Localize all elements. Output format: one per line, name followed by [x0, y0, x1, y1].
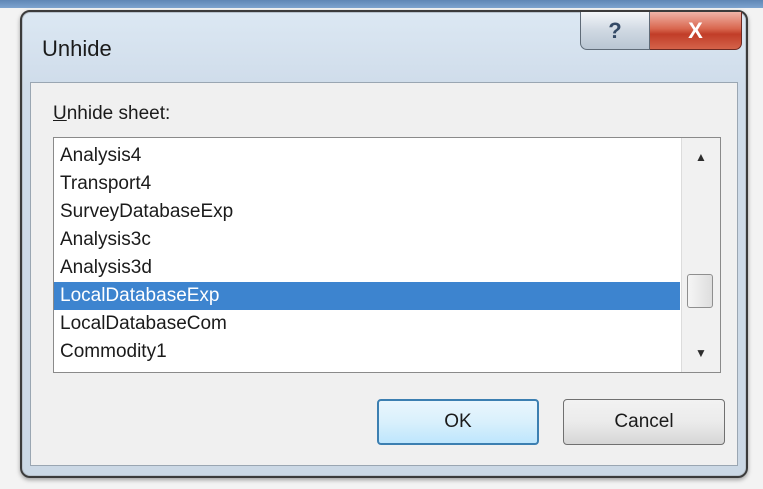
list-item[interactable]: Analysis3d	[54, 254, 680, 282]
screen: Unhide ? X Unhide sheet: Analysis4 Trans…	[0, 0, 763, 489]
background-window-strip	[0, 0, 763, 8]
ok-button[interactable]: OK	[377, 399, 539, 445]
label-text: nhide sheet:	[66, 103, 171, 124]
sheet-listbox[interactable]: Analysis4 Transport4 SurveyDatabaseExp A…	[53, 137, 721, 373]
list-item-selected[interactable]: LocalDatabaseExp	[54, 282, 680, 310]
help-button[interactable]: ?	[580, 12, 650, 50]
close-button[interactable]: X	[650, 12, 742, 50]
cancel-button[interactable]: Cancel	[563, 399, 725, 445]
list-item[interactable]: SurveyDatabaseExp	[54, 198, 680, 226]
list-item[interactable]: LocalDatabaseCom	[54, 310, 680, 338]
unhide-sheet-label: Unhide sheet:	[53, 103, 170, 125]
unhide-dialog: Unhide ? X Unhide sheet: Analysis4 Trans…	[20, 10, 748, 478]
scroll-down-arrow-icon[interactable]: ▼	[682, 336, 720, 370]
dialog-body: Unhide sheet: Analysis4 Transport4 Surve…	[30, 82, 738, 466]
dialog-title: Unhide	[42, 36, 112, 61]
scroll-up-arrow-icon[interactable]: ▲	[682, 140, 720, 174]
caption-buttons: ? X	[580, 12, 742, 50]
close-icon: X	[688, 17, 703, 43]
list-item[interactable]: Commodity1	[54, 338, 680, 366]
sheet-list-items: Analysis4 Transport4 SurveyDatabaseExp A…	[54, 142, 680, 366]
list-item[interactable]: Analysis3c	[54, 226, 680, 254]
scroll-thumb[interactable]	[687, 274, 713, 308]
list-item[interactable]: Analysis4	[54, 142, 680, 170]
list-item[interactable]: Transport4	[54, 170, 680, 198]
vertical-scrollbar[interactable]: ▲ ▼	[681, 138, 720, 372]
question-icon: ?	[608, 17, 622, 43]
label-accelerator: U	[53, 103, 67, 124]
